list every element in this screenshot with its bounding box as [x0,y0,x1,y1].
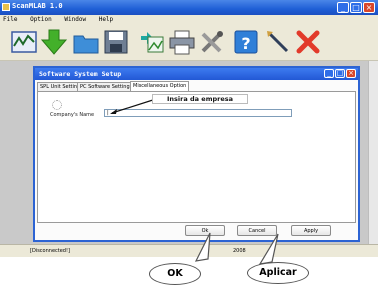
status-date: 2008 [233,248,246,254]
chart-icon[interactable] [10,28,38,56]
apply-annotation-bubble: Aplicar [247,262,309,284]
ok-bubble-pointer-icon [194,232,211,262]
ok-annotation-bubble: OK [149,263,201,285]
dialog-minimize-icon[interactable]: _ [324,69,334,78]
setup-dialog: Software System Setup _ □ × SPL Unit Set… [33,66,360,242]
menu-window[interactable]: Window [64,16,86,23]
pointer-pen-icon[interactable] [264,28,292,56]
tools-icon[interactable] [198,28,226,56]
toolbar: ? [0,24,378,61]
callout-arrow-icon [110,98,157,114]
download-arrow-icon[interactable] [40,28,68,56]
close-icon[interactable]: × [363,2,375,13]
statusbar: [Disconnected!] 2008 [0,244,378,257]
save-icon[interactable] [102,28,130,56]
company-name-label: Company's Name [50,112,95,118]
svg-text:?: ? [241,34,250,53]
annotation-callout: Insira da empresa [152,94,248,104]
help-icon[interactable]: ? [232,28,260,56]
app-icon [2,3,10,11]
tab-panel: Company's Name | Insira da empresa [37,91,356,223]
menubar: File Option Window Help [0,15,378,24]
tab-pc-software-setting[interactable]: PC Software Setting [77,82,133,91]
maximize-icon[interactable]: □ [350,2,362,13]
app-titlebar: ScanMLAB 1.0 _ □ × [0,0,378,15]
menu-help[interactable]: Help [99,16,113,23]
connection-status: [Disconnected!] [30,248,70,254]
apply-button[interactable]: Apply [291,225,331,236]
minimize-icon[interactable]: _ [337,2,349,13]
menu-file[interactable]: File [3,16,17,23]
folder-icon[interactable] [72,28,100,56]
menu-option[interactable]: Option [30,16,52,23]
dialog-title: Software System Setup [39,70,122,78]
dialog-titlebar: Software System Setup _ □ × [35,68,358,80]
info-icon [52,100,62,110]
tab-miscellaneous-option[interactable]: Miscellaneous Option [130,81,190,91]
app-title: ScanMLAB 1.0 [12,2,63,10]
dialog-close-icon[interactable]: × [346,69,356,78]
dialog-maximize-icon[interactable]: □ [335,69,345,78]
printer-icon[interactable] [168,28,196,56]
export-image-icon[interactable] [137,28,165,56]
app-window: ScanMLAB 1.0 _ □ × File Option Window He… [0,0,378,257]
vertical-scrollbar[interactable] [368,61,378,244]
delete-icon[interactable] [294,28,322,56]
